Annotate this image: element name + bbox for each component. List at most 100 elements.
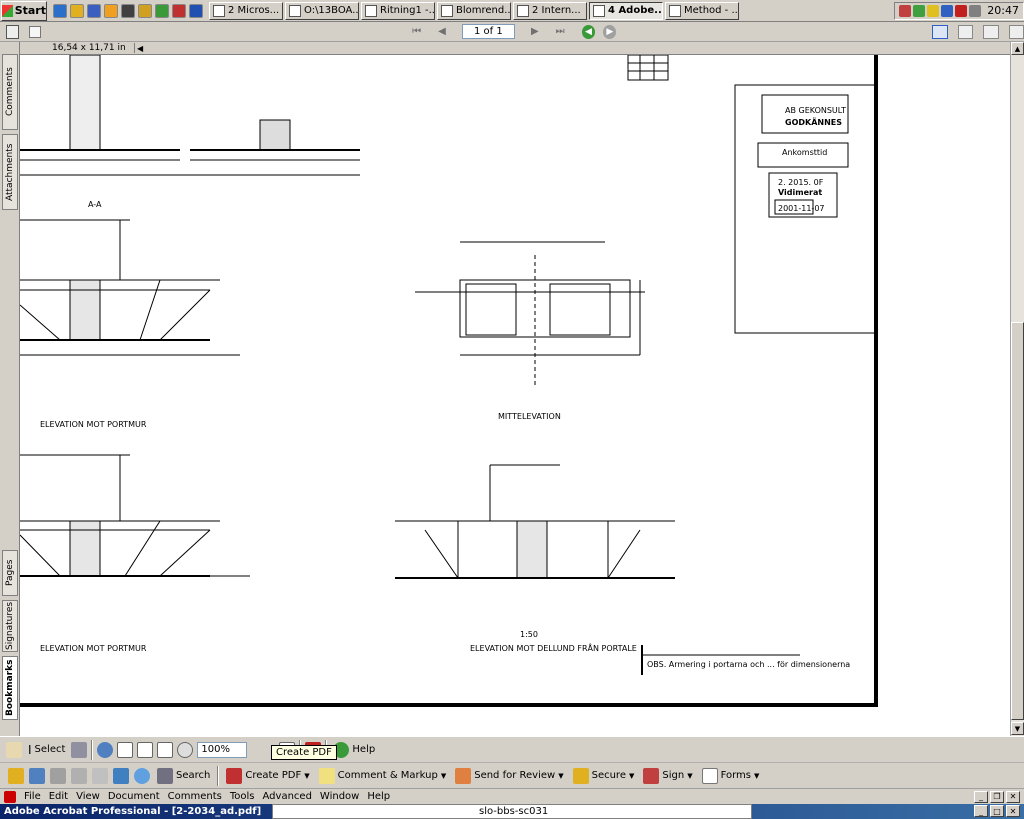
tray-n-icon[interactable] [955, 4, 968, 17]
taskbar-button-label: Method - ... [684, 5, 739, 16]
hand-tool-icon[interactable] [6, 741, 22, 758]
excel-icon[interactable] [155, 3, 169, 18]
desktop-icon[interactable] [87, 3, 101, 18]
taskbar-button[interactable]: 2 Intern... [513, 1, 587, 20]
document-window-controls: _ ❐ ✕ [974, 790, 1024, 803]
word-icon[interactable] [189, 3, 203, 18]
engineering-drawing: GODKÄNNES AB GEKONSULT Ankomsttid Vidime… [20, 55, 878, 707]
actual-size-icon[interactable] [117, 741, 134, 758]
menu-edit[interactable]: Edit [49, 791, 68, 802]
select-tool-button[interactable]: I Select [26, 740, 67, 760]
tray-app-icon[interactable] [899, 4, 912, 17]
first-page-icon[interactable]: ⏮ [409, 25, 424, 39]
taskbar-button[interactable]: O:\13BOA... [285, 1, 359, 20]
acrobat-icon[interactable] [4, 790, 16, 803]
help-button[interactable]: Help [331, 740, 377, 760]
app-icon [213, 4, 225, 17]
tray-shield-icon[interactable] [941, 4, 954, 17]
print-icon[interactable] [71, 767, 87, 784]
previous-page-icon[interactable]: ◀ [434, 25, 449, 39]
close-icon[interactable]: ✕ [1006, 805, 1020, 817]
snapshot-icon[interactable] [71, 741, 88, 758]
taskbar-button-label: 2 Intern... [532, 5, 581, 16]
sign-button[interactable]: Sign ▼ [641, 766, 694, 786]
page-icon[interactable] [29, 25, 42, 38]
tray-network-icon[interactable] [913, 4, 926, 17]
continuous-facing-icon[interactable] [1008, 24, 1024, 39]
zoom-field[interactable]: 100% [197, 741, 248, 758]
forms-button[interactable]: Forms ▼ [700, 766, 762, 786]
collapse-icon[interactable]: ◀ [137, 44, 143, 53]
chevron-down-icon: ▼ [687, 771, 693, 780]
view-label-lower-left: ELEVATION MOT PORTMUR [40, 644, 147, 653]
fit-width-icon[interactable] [157, 741, 174, 758]
zoom-out-icon[interactable] [177, 741, 194, 758]
minimize-icon[interactable]: _ [974, 805, 988, 817]
scroll-down-icon[interactable]: ▼ [1011, 722, 1024, 735]
tab-pages[interactable]: Pages [2, 550, 18, 596]
start-button[interactable]: Start [1, 0, 47, 21]
powerpoint-icon[interactable] [172, 3, 186, 18]
zoom-in-icon[interactable] [97, 741, 114, 758]
pencil-icon[interactable] [138, 3, 152, 18]
menu-advanced[interactable]: Advanced [263, 791, 312, 802]
menu-help[interactable]: Help [367, 791, 390, 802]
taskbar-button[interactable]: Method - ... [665, 1, 739, 20]
taskbar-button[interactable]: Blomrend... [437, 1, 511, 20]
next-page-icon[interactable]: ▶ [527, 25, 542, 39]
open-icon[interactable] [8, 767, 24, 784]
organizer-icon[interactable] [29, 767, 45, 784]
menu-comments[interactable]: Comments [168, 791, 222, 802]
page-number-field[interactable]: 1 of 1 [461, 24, 516, 39]
menu-document[interactable]: Document [108, 791, 160, 802]
fit-page-icon[interactable] [137, 741, 154, 758]
tab-attachments[interactable]: Attachments [2, 134, 18, 210]
menu-window[interactable]: Window [320, 791, 359, 802]
menu-file[interactable]: File [24, 791, 41, 802]
tab-comments[interactable]: Comments [2, 54, 18, 130]
restore-icon[interactable]: ❐ [990, 790, 1004, 803]
tray-warning-icon[interactable] [927, 4, 940, 17]
create-pdf-button[interactable]: Create PDF ▼ [224, 766, 311, 786]
search-button[interactable]: Search [155, 766, 212, 786]
continuous-icon[interactable] [957, 24, 974, 39]
menu-tools[interactable]: Tools [230, 791, 255, 802]
clock[interactable]: 20:47 [987, 4, 1019, 17]
send-for-review-button[interactable]: Send for Review ▼ [453, 766, 565, 786]
taskbar-button[interactable]: 2 Micros... [209, 1, 283, 20]
last-page-icon[interactable]: ⏭ [552, 25, 567, 39]
save-icon[interactable] [50, 767, 66, 784]
vertical-scrollbar[interactable]: ▲ ▼ [1010, 42, 1024, 736]
menu-view[interactable]: View [76, 791, 100, 802]
go-forward-icon[interactable]: ▶ [603, 24, 617, 39]
navigation-panel-tabs: Comments Attachments Pages Signatures Bo… [0, 42, 20, 736]
document-view[interactable]: GODKÄNNES AB GEKONSULT Ankomsttid Vidime… [20, 54, 1010, 736]
layout-icon[interactable] [6, 24, 20, 39]
email-icon[interactable] [92, 767, 108, 784]
facing-icon[interactable] [983, 24, 999, 39]
tray-volume-icon[interactable] [969, 4, 982, 17]
web-icon[interactable] [134, 767, 150, 784]
chevron-down-icon: ▼ [440, 771, 447, 780]
single-page-icon[interactable] [932, 24, 948, 39]
scroll-thumb[interactable] [1011, 322, 1024, 720]
separator [217, 765, 220, 786]
outlook-icon[interactable] [70, 3, 84, 18]
maximize-icon[interactable]: □ [990, 805, 1004, 817]
media-icon[interactable] [121, 3, 135, 18]
go-back-icon[interactable]: ◀ [581, 24, 596, 39]
comment-markup-button[interactable]: Comment & Markup ▼ [317, 766, 449, 786]
scroll-up-icon[interactable]: ▲ [1011, 42, 1024, 55]
tab-bookmarks[interactable]: Bookmarks [2, 656, 18, 720]
create-pdf-icon [226, 767, 243, 784]
attach-icon[interactable] [113, 767, 129, 784]
taskbar-button[interactable]: Ritning1 -... [361, 1, 435, 20]
document-tab[interactable]: slo-bbs-sc031 [272, 804, 752, 819]
folder-icon[interactable] [104, 3, 118, 18]
taskbar-button[interactable]: 4 Adobe... [589, 1, 663, 20]
minimize-icon[interactable]: _ [974, 790, 988, 803]
ie-icon[interactable] [53, 3, 67, 18]
tab-signatures[interactable]: Signatures [2, 600, 18, 652]
secure-button[interactable]: Secure ▼ [571, 766, 637, 786]
close-icon[interactable]: ✕ [1006, 790, 1020, 803]
